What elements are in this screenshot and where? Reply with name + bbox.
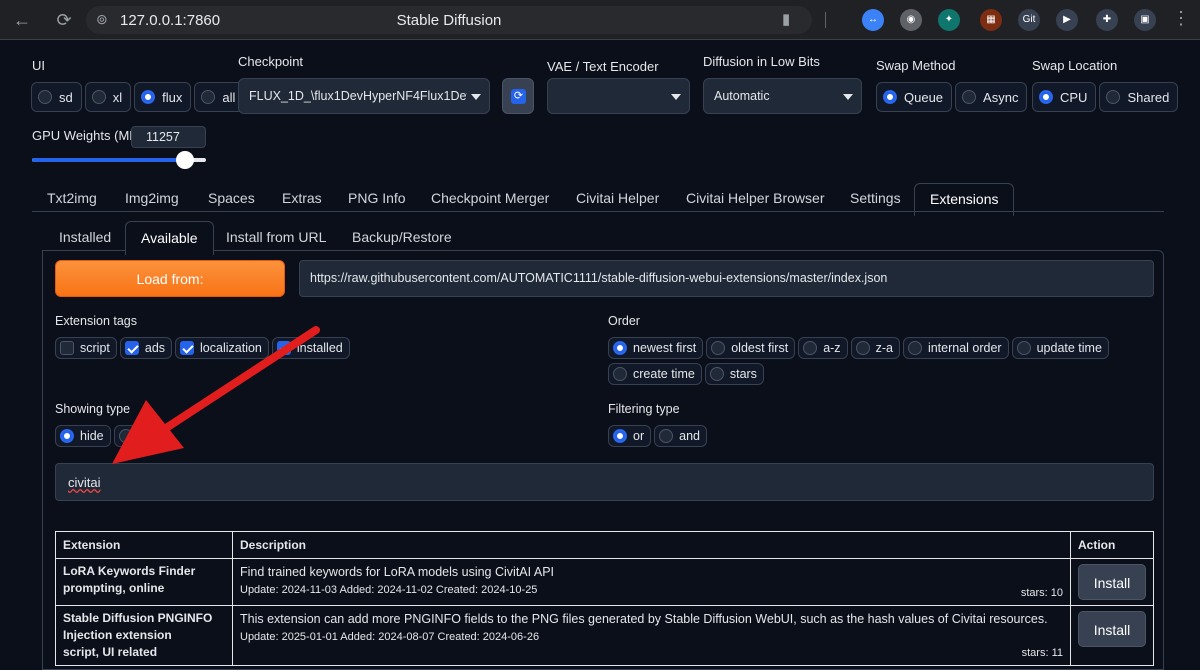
subtab-available[interactable]: Available <box>125 221 214 255</box>
table-body: LoRA Keywords Finder prompting, online Fin… <box>55 558 1154 666</box>
table-row: LoRA Keywords Finder prompting, online Fin… <box>55 558 1154 606</box>
table-header-description: Description <box>232 531 1071 559</box>
extension-name-link[interactable]: Stable Diffusion PNGINFO Injection exten… <box>63 610 225 644</box>
extension-name-cell: LoRA Keywords Finder prompting, online <box>55 558 233 606</box>
extensions-table: Extension Description Action LoRA Keywor… <box>55 531 1154 666</box>
description-text: Find trained keywords for LoRA models us… <box>240 565 555 579</box>
description-text: This extension can add more PNGINFO fiel… <box>240 612 1048 626</box>
description-cell: This extension can add more PNGINFO fiel… <box>232 605 1071 666</box>
table-header-action: Action <box>1070 531 1154 559</box>
extension-tags: script, UI related <box>63 645 158 659</box>
stars-count: stars: 11 <box>1021 647 1063 659</box>
table-header-extension: Extension <box>55 531 233 559</box>
install-button[interactable]: Install <box>1078 611 1146 647</box>
extension-name-cell: Stable Diffusion PNGINFO Injection exten… <box>55 605 233 666</box>
description-cell: Find trained keywords for LoRA models us… <box>232 558 1071 606</box>
extension-tags: prompting, online <box>63 581 165 595</box>
action-cell: Install <box>1070 558 1154 606</box>
stars-count: stars: 10 <box>1020 587 1063 599</box>
dates-text: Update: 2025-01-01 Added: 2024-08-07 Cre… <box>240 631 540 643</box>
annotation-arrow-shaft <box>156 326 320 436</box>
table-row: Stable Diffusion PNGINFO Injection exten… <box>55 605 1154 666</box>
dates-text: Update: 2024-11-03 Added: 2024-11-02 Cre… <box>240 584 538 596</box>
action-cell: Install <box>1070 605 1154 666</box>
install-button[interactable]: Install <box>1078 564 1146 600</box>
extension-name-link[interactable]: LoRA Keywords Finder <box>63 563 225 580</box>
annotation-arrow-head <box>112 400 184 464</box>
